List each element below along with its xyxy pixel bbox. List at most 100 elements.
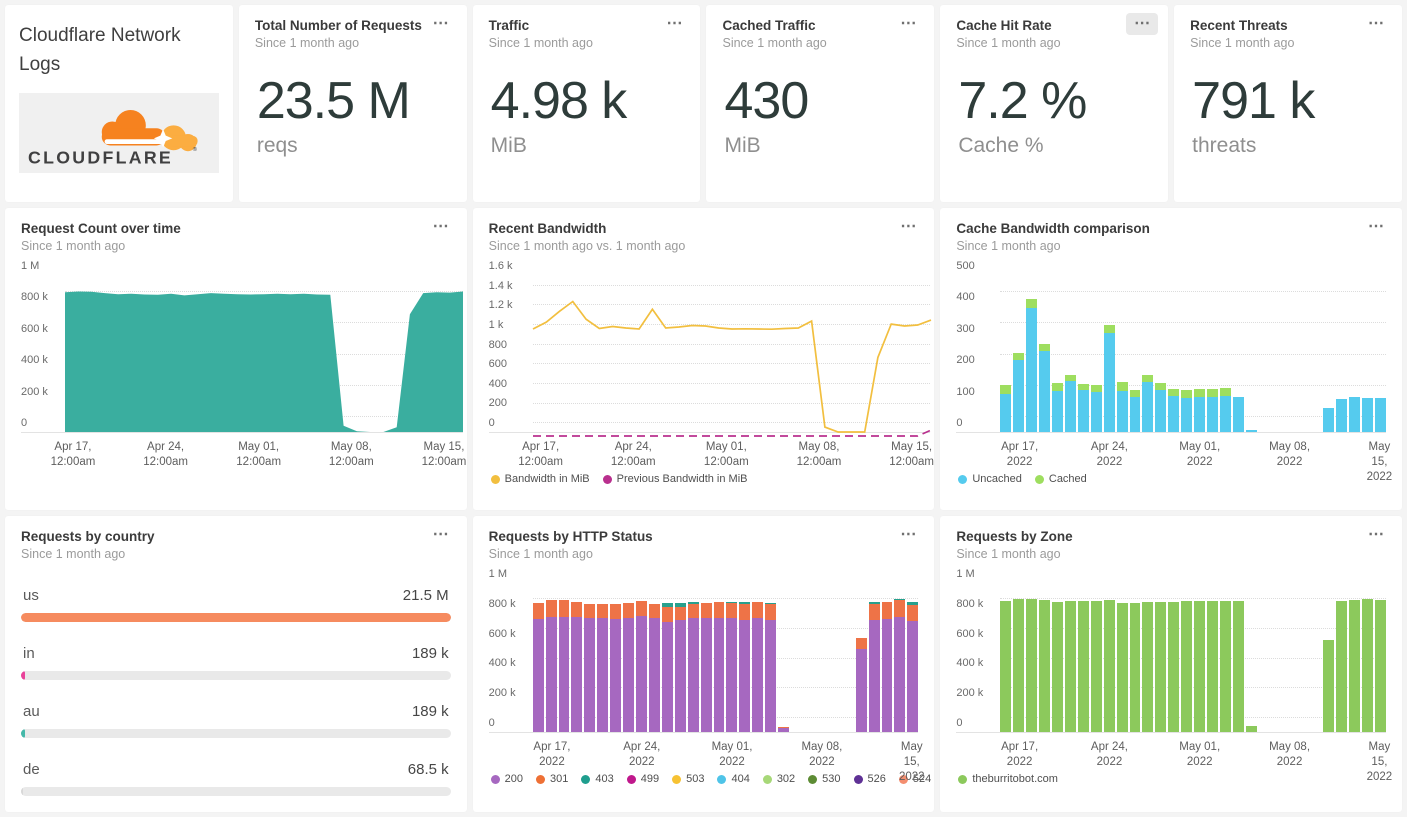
panel-menu-button[interactable]: ⋯ [425, 216, 457, 238]
bar [1349, 275, 1361, 432]
bar-segment-theburritobot.com [1349, 600, 1361, 732]
bar [1181, 583, 1193, 732]
stat-value: 23.5 M [256, 72, 411, 130]
y-axis-label: 200 k [956, 687, 984, 700]
bar [1285, 583, 1296, 732]
bar-segment-200 [713, 617, 725, 732]
legend-item: 404 [717, 773, 750, 785]
bar [1220, 583, 1231, 732]
legend-dot [958, 774, 968, 784]
bar-segment-theburritobot.com [1039, 600, 1051, 732]
plot-region[interactable] [1000, 275, 1386, 432]
bar-segment-301 [532, 603, 544, 619]
panel-menu-button[interactable]: ⋯ [1360, 524, 1392, 546]
bar [1310, 583, 1321, 732]
panel-menu-button[interactable]: ⋯ [892, 13, 924, 35]
legend-dot [490, 774, 500, 784]
bar [1129, 275, 1141, 432]
panel-menu-button[interactable]: ⋯ [425, 13, 457, 35]
bar [1077, 583, 1089, 732]
request-count-chart[interactable]: 1 M 800 k 600 k 400 k 200 k 0 Apr 17, 12:00am A… [5, 260, 467, 469]
panel-menu-button[interactable]: ⋯ [658, 13, 690, 35]
panel-subtitle: Since 1 month ago [956, 239, 1061, 253]
bar-segment-theburritobot.com [1129, 603, 1141, 732]
bar-segment-301 [558, 599, 570, 617]
bar-segment-301 [636, 600, 647, 617]
bar-segment-theburritobot.com [1026, 598, 1038, 732]
x-axis-label: Apr 24, 2022 [1090, 741, 1129, 768]
panel-menu-button[interactable]: ⋯ [892, 524, 924, 546]
bar [700, 583, 712, 732]
bar-segment-theburritobot.com [1000, 601, 1012, 732]
bar-segment-Cached [1000, 384, 1012, 395]
bar [1013, 275, 1025, 432]
chart-legend: Bandwidth in MiB Previous Bandwidth in Mi… [489, 469, 931, 485]
bar-segment-theburritobot.com [1194, 601, 1206, 732]
recent-bandwidth-chart[interactable]: 1.6 k 1.4 k 1.2 k 1 k 800 600 400 200 0 Apr 17, 1… [473, 260, 935, 485]
panel-menu-button[interactable]: ⋯ [892, 216, 924, 238]
bar [1232, 275, 1244, 432]
y-axis-label: 0 [956, 417, 963, 429]
bar [545, 583, 557, 732]
bar-segment-Uncached [1220, 395, 1231, 432]
panel-menu-button[interactable]: ⋯ [425, 524, 457, 546]
legend-label: 499 [640, 773, 660, 785]
bar [881, 583, 893, 732]
x-axis-label: May 08, 12:00am [328, 441, 374, 468]
country-list: us 21.5 M in 189 k au 189 k de 68.5 k [5, 561, 467, 796]
bar-segment-Uncached [1349, 396, 1361, 432]
panel-menu-button[interactable]: ⋯ [1126, 13, 1159, 35]
panel-menu-button[interactable]: ⋯ [1360, 13, 1392, 35]
bar-segment-Cached [1129, 389, 1141, 397]
bar [1155, 583, 1167, 732]
bar [1259, 275, 1270, 432]
country-row-header: de 68.5 k [21, 761, 451, 778]
bar [610, 583, 622, 732]
chart-legend: Uncached Cached [956, 469, 1386, 485]
plot-region[interactable] [532, 275, 932, 437]
country-bar-track [21, 787, 451, 796]
bar-segment-200 [881, 618, 893, 732]
bar [1000, 275, 1012, 432]
legend-dot [808, 774, 818, 784]
svg-text:®: ® [193, 146, 198, 153]
bar-segment-301 [597, 603, 609, 619]
bar [648, 583, 660, 732]
bar [1039, 275, 1051, 432]
bar [1298, 583, 1309, 732]
cloudflare-logo: CLOUDFLARE ® [19, 92, 219, 173]
bar [1194, 583, 1206, 732]
bar [1259, 583, 1270, 732]
country-code: in [23, 645, 35, 662]
bar-segment-theburritobot.com [1052, 601, 1063, 732]
bar-segment-Uncached [1064, 380, 1076, 432]
legend-item: 526 [853, 773, 886, 785]
bar-segment-301 [545, 600, 557, 617]
panel-menu-button[interactable]: ⋯ [1360, 216, 1392, 238]
y-axis-label: 0 [488, 717, 495, 729]
plot-region[interactable] [1000, 583, 1386, 732]
line-series [532, 300, 932, 437]
panel-subtitle: Since 1 month ago [21, 239, 126, 253]
bar [1090, 583, 1102, 732]
y-axis-label: 600 [488, 358, 508, 371]
legend-dot [490, 474, 500, 484]
country-code: de [23, 761, 40, 778]
legend-dot [853, 774, 863, 784]
bar [1298, 275, 1309, 432]
plot-region[interactable] [532, 583, 919, 732]
bar-segment-301 [894, 599, 906, 617]
legend-label: 526 [867, 773, 886, 785]
requests-by-zone-chart[interactable]: 1 M 800 k 600 k 400 k 200 k 0 Apr 17, 2022 Apr … [940, 568, 1402, 785]
bar [623, 583, 635, 732]
bar [532, 583, 544, 732]
x-axis-label: May 01, 12:00am [236, 441, 282, 468]
country-row: in 189 k [21, 645, 451, 680]
plot-region[interactable] [65, 275, 463, 432]
legend-dot [536, 774, 546, 784]
bar-segment-301 [700, 602, 712, 619]
http-status-chart[interactable]: 1 M 800 k 600 k 400 k 200 k 0 Apr 17, 2022 Apr … [473, 568, 935, 785]
bar-segment-theburritobot.com [1090, 601, 1102, 732]
cache-bandwidth-chart[interactable]: 500 400 300 200 100 0 Apr 17, 2022 Apr 24, 2022… [940, 260, 1402, 485]
bar [1052, 275, 1063, 432]
